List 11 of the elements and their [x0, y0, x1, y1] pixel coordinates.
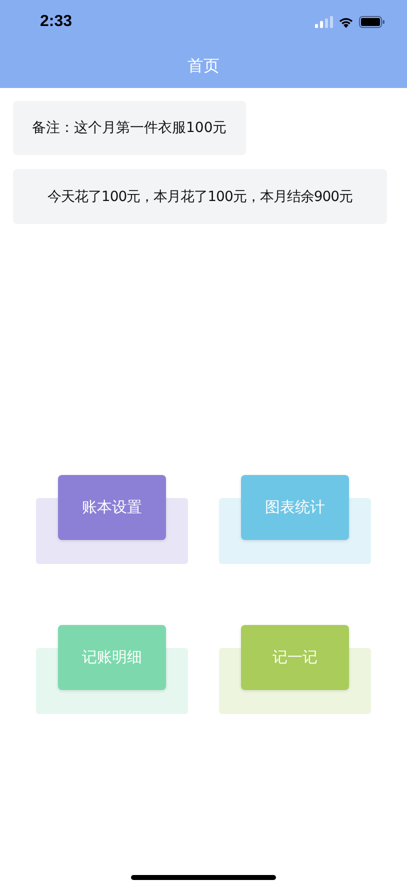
page-title: 首页: [188, 56, 220, 76]
status-time: 2:33: [40, 13, 72, 31]
battery-icon: [359, 16, 385, 28]
summary-card: 今天花了100元，本月花了100元，本月结余900元: [13, 169, 387, 224]
wifi-icon: [338, 16, 354, 28]
menu-button[interactable]: 图表统计: [241, 475, 349, 540]
menu-button[interactable]: 记账明细: [58, 625, 166, 690]
menu-button[interactable]: 记一记: [241, 625, 349, 690]
note-card: 备注：这个月第一件衣服100元: [13, 101, 246, 155]
signal-icon: [315, 16, 333, 28]
menu-button[interactable]: 账本设置: [58, 475, 166, 540]
